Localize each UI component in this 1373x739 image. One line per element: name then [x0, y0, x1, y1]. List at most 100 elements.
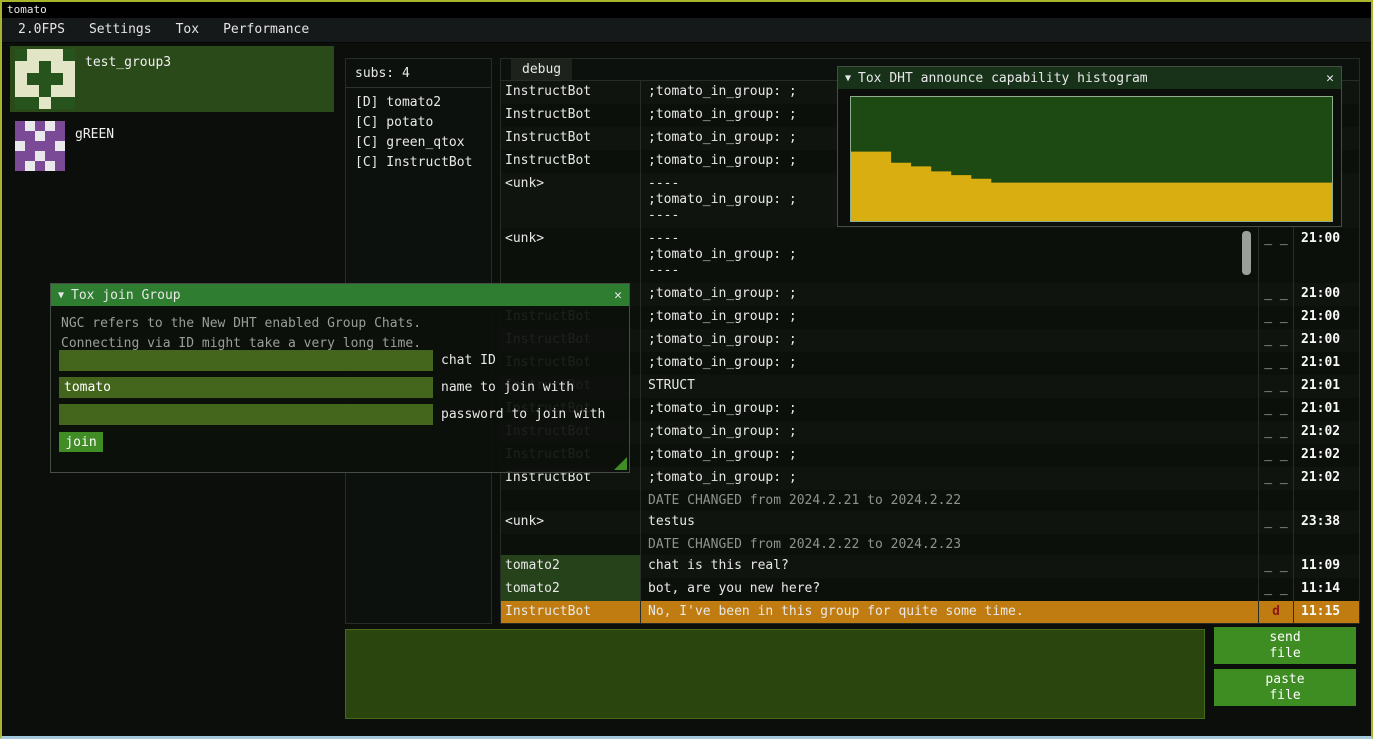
join-name-row: name to join with — [59, 377, 574, 398]
chat-message: STRUCT — [640, 375, 1258, 398]
chat-flags — [1258, 490, 1293, 511]
chat-message: ;tomato_in_group: ; — [640, 306, 1258, 329]
menu-item-tox[interactable]: Tox — [164, 18, 211, 42]
chat-row[interactable]: DATE CHANGED from 2024.2.21 to 2024.2.22 — [501, 490, 1359, 511]
app-window: tomato 2.0FPSSettingsToxPerformance test… — [0, 0, 1373, 739]
member-list-item[interactable]: [C] potato — [346, 113, 491, 133]
chat-row[interactable]: tomato2chat is this real?_ _11:09 — [501, 555, 1359, 578]
chat-id-input[interactable] — [59, 350, 433, 371]
join-group-description: NGC refers to the New DHT enabled Group … — [51, 306, 629, 354]
group-item-test_group3[interactable]: test_group3 — [10, 46, 334, 112]
send-file-button[interactable]: send file — [1214, 627, 1356, 664]
menu-item-performance[interactable]: Performance — [211, 18, 321, 42]
chat-sender: InstructBot — [501, 104, 640, 127]
join-info-line: NGC refers to the New DHT enabled Group … — [61, 314, 619, 334]
chat-sender: tomato2 — [501, 578, 640, 601]
divider — [346, 87, 491, 88]
chat-id-row: chat ID — [59, 350, 496, 371]
chat-message: ;tomato_in_group: ; — [640, 421, 1258, 444]
chat-flags: _ _ — [1258, 511, 1293, 534]
chat-timestamp: 21:02 — [1293, 444, 1359, 467]
paste-file-button[interactable]: paste file — [1214, 669, 1356, 706]
chat-timestamp: 21:01 — [1293, 398, 1359, 421]
join-group-titlebar[interactable]: ▼ Tox join Group ✕ — [51, 284, 629, 306]
resize-grip-icon[interactable] — [614, 457, 627, 470]
chat-row[interactable]: InstructBotNo, I've been in this group f… — [501, 601, 1359, 623]
menu-item-settings[interactable]: Settings — [77, 18, 164, 42]
chat-row[interactable]: <unk>---- ;tomato_in_group: ; ----_ _21:… — [501, 228, 1359, 283]
dht-histogram-title: Tox DHT announce capability histogram — [858, 71, 1316, 86]
chat-sender: <unk> — [501, 228, 640, 283]
join-name-label: name to join with — [441, 380, 574, 395]
chat-flags: _ _ — [1258, 329, 1293, 352]
join-group-window: ▼ Tox join Group ✕ NGC refers to the New… — [50, 283, 630, 473]
join-password-row: password to join with — [59, 404, 605, 425]
group-avatar — [15, 49, 75, 109]
chat-row[interactable]: DATE CHANGED from 2024.2.22 to 2024.2.23 — [501, 534, 1359, 555]
composer-input[interactable] — [345, 629, 1205, 719]
fps-counter: 2.0FPS — [6, 18, 77, 42]
chat-timestamp: 21:00 — [1293, 283, 1359, 306]
collapse-arrow-icon[interactable]: ▼ — [58, 290, 64, 301]
dht-histogram-titlebar[interactable]: ▼ Tox DHT announce capability histogram … — [838, 67, 1341, 89]
chat-flags: _ _ — [1258, 421, 1293, 444]
chat-message: testus — [640, 511, 1258, 534]
group-list: test_group3 gREEN — [10, 46, 334, 180]
chat-scrollbar-thumb[interactable] — [1242, 231, 1251, 275]
subs-count: subs: 4 — [346, 59, 491, 85]
chat-row[interactable]: tomato2bot, are you new here?_ _11:14 — [501, 578, 1359, 601]
chat-flags: _ _ — [1258, 375, 1293, 398]
chat-sender: InstructBot — [501, 601, 640, 623]
collapse-arrow-icon[interactable]: ▼ — [845, 73, 851, 84]
chat-flags: _ _ — [1258, 352, 1293, 375]
chat-message: ;tomato_in_group: ; — [640, 444, 1258, 467]
chat-sender — [501, 534, 640, 555]
window-titlebar: tomato — [2, 2, 1371, 18]
chat-flags: _ _ — [1258, 444, 1293, 467]
join-name-input[interactable] — [59, 377, 433, 398]
chat-timestamp: 21:00 — [1293, 228, 1359, 283]
histogram-area-svg — [851, 97, 1332, 221]
group-name: test_group3 — [85, 55, 171, 112]
chat-timestamp: 21:01 — [1293, 352, 1359, 375]
close-icon[interactable]: ✕ — [1316, 71, 1334, 86]
member-list-item[interactable]: [C] green_qtox — [346, 133, 491, 153]
member-list-item[interactable]: [D] tomato2 — [346, 93, 491, 113]
dht-histogram-chart — [850, 96, 1333, 222]
chat-message: bot, are you new here? — [640, 578, 1258, 601]
chat-sender: <unk> — [501, 173, 640, 228]
dht-histogram-window: ▼ Tox DHT announce capability histogram … — [837, 66, 1342, 227]
join-password-label: password to join with — [441, 407, 605, 422]
chat-sender — [501, 490, 640, 511]
chat-timestamp: 11:15 — [1293, 601, 1359, 623]
close-icon[interactable]: ✕ — [604, 288, 622, 303]
chat-timestamp — [1293, 490, 1359, 511]
member-list-item[interactable]: [C] InstructBot — [346, 153, 491, 173]
tab-debug[interactable]: debug — [511, 59, 572, 80]
chat-message: ---- ;tomato_in_group: ; ---- — [640, 228, 1258, 283]
chat-message: chat is this real? — [640, 555, 1258, 578]
menu-bar: 2.0FPSSettingsToxPerformance — [2, 18, 1371, 43]
chat-timestamp: 21:00 — [1293, 306, 1359, 329]
chat-flags: _ _ — [1258, 228, 1293, 283]
chat-flags: _ _ — [1258, 467, 1293, 490]
chat-sender: <unk> — [501, 511, 640, 534]
chat-timestamp: 21:00 — [1293, 329, 1359, 352]
join-password-input[interactable] — [59, 404, 433, 425]
chat-flags: _ _ — [1258, 283, 1293, 306]
chat-message: ;tomato_in_group: ; — [640, 283, 1258, 306]
chat-message: DATE CHANGED from 2024.2.21 to 2024.2.22 — [640, 490, 1258, 511]
chat-timestamp: 21:02 — [1293, 467, 1359, 490]
group-avatar — [15, 121, 65, 171]
chat-sender: InstructBot — [501, 81, 640, 104]
group-item-gREEN[interactable]: gREEN — [10, 118, 334, 174]
chat-flags: _ _ — [1258, 578, 1293, 601]
chat-sender: InstructBot — [501, 150, 640, 173]
chat-timestamp: 11:14 — [1293, 578, 1359, 601]
chat-row[interactable]: <unk>testus_ _23:38 — [501, 511, 1359, 534]
join-button[interactable]: join — [59, 432, 103, 452]
chat-message: ;tomato_in_group: ; — [640, 467, 1258, 490]
chat-message: ;tomato_in_group: ; — [640, 398, 1258, 421]
chat-message: ;tomato_in_group: ; — [640, 352, 1258, 375]
chat-flags: _ _ — [1258, 398, 1293, 421]
